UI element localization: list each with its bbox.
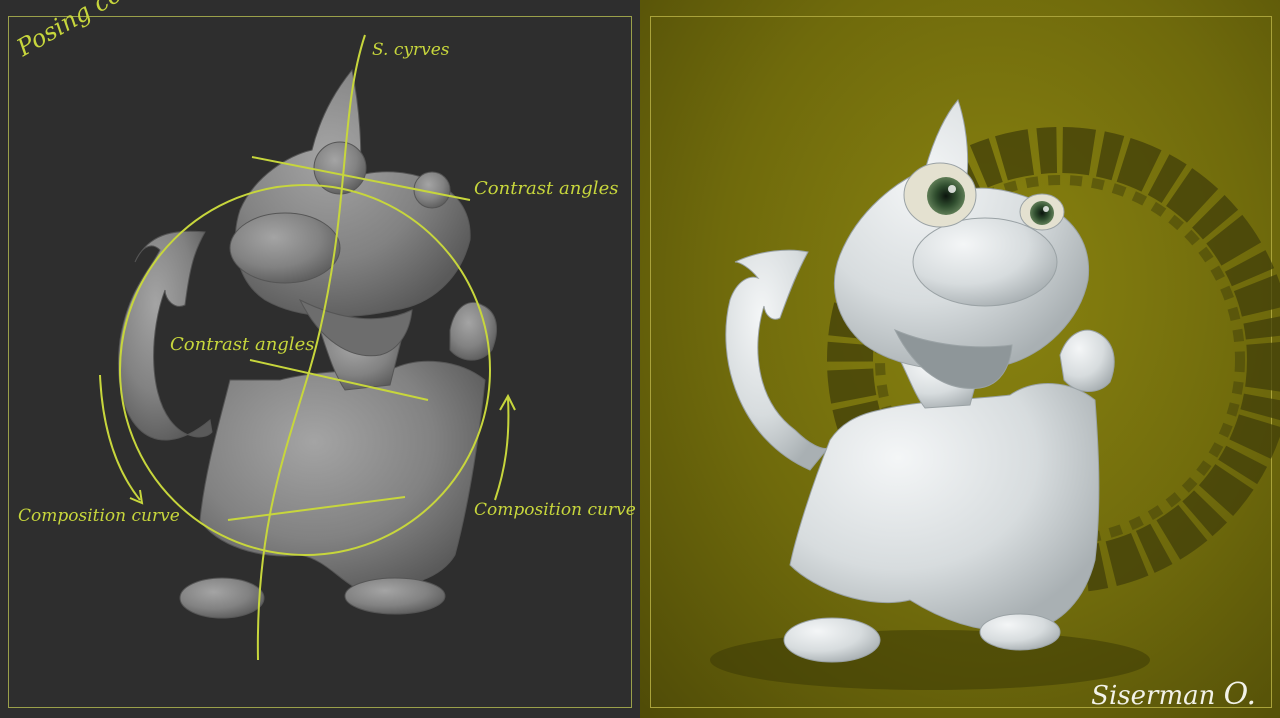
s-curves-label: S. cyrves xyxy=(372,40,450,60)
rendered-dragon-illustration xyxy=(710,98,1280,690)
artist-signature: Siserman O. xyxy=(1091,677,1256,712)
ground-shadow xyxy=(710,630,1150,690)
artwork-comparison: Posing concept S. cyrves Contrast angles… xyxy=(0,0,1280,718)
posing-concept-panel: Posing concept S. cyrves Contrast angles… xyxy=(0,0,640,718)
signature-initial: O. xyxy=(1223,677,1256,712)
composition-curve-label-right: Composition curve xyxy=(474,500,636,520)
signature-name: Siserman xyxy=(1091,681,1216,711)
render-panel: Siserman O. xyxy=(640,0,1280,718)
composition-curve-label-left: Composition curve xyxy=(18,506,180,526)
posing-sculpt-illustration xyxy=(99,34,516,661)
contrast-angles-label-middle: Contrast angles xyxy=(170,334,315,355)
contrast-angles-label-top: Contrast angles xyxy=(474,178,619,199)
